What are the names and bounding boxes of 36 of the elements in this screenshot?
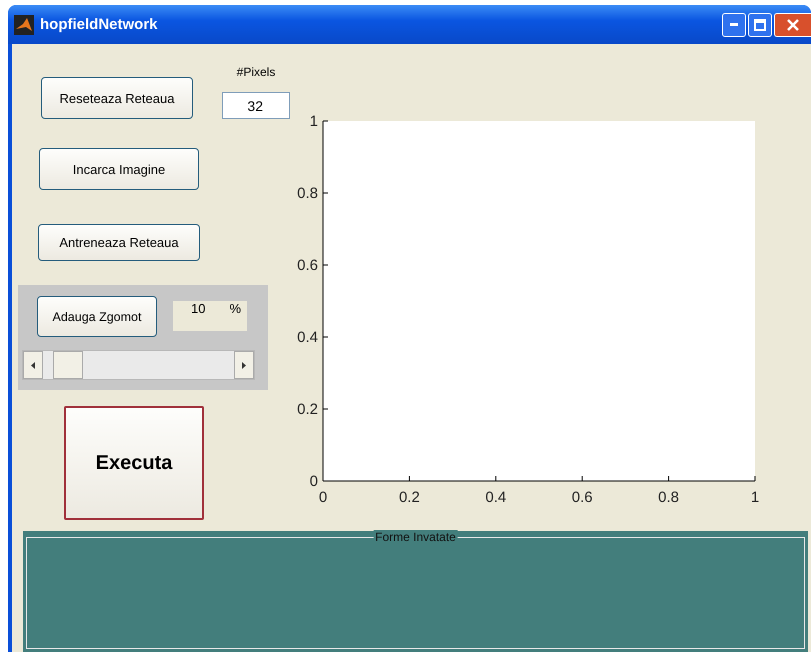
train-network-button[interactable]: Antreneaza Reteaua	[38, 224, 200, 261]
x-tick-label: 0.2	[398, 489, 420, 506]
pixels-field[interactable]: 32	[222, 92, 290, 119]
x-tick-label: 0.4	[485, 489, 506, 506]
maximize-button[interactable]	[748, 12, 772, 36]
window-title: hopfieldNetwork	[40, 16, 159, 33]
scroll-right-button[interactable]	[234, 351, 254, 379]
pixels-label: #Pixels	[236, 65, 276, 81]
maximize-icon	[754, 18, 766, 30]
y-tick-label: 0.4	[297, 329, 318, 346]
scroll-left-button[interactable]	[23, 351, 43, 379]
y-tick-label: 0.8	[297, 185, 318, 202]
load-image-button[interactable]: Incarca Imagine	[39, 148, 199, 190]
x-tick-label: 1	[750, 489, 760, 506]
y-tick-label: 0	[310, 473, 318, 490]
x-tick-label: 0.8	[658, 489, 680, 506]
close-icon	[787, 18, 799, 30]
minimize-icon	[730, 23, 738, 26]
percent-sign: %	[229, 301, 241, 318]
noise-slider[interactable]	[22, 350, 255, 380]
right-arrow-icon	[242, 362, 246, 368]
app-icon	[14, 14, 34, 34]
x-tick-label: 0.6	[572, 489, 593, 506]
y-tick-label: 0.2	[297, 401, 318, 418]
y-tick-label: 1	[310, 113, 318, 130]
left-arrow-icon	[31, 362, 35, 368]
slider-thumb[interactable]	[52, 351, 83, 379]
noise-number: 10	[191, 301, 206, 318]
reset-network-button[interactable]: Reseteaza Reteaua	[41, 77, 193, 119]
close-button[interactable]	[774, 12, 811, 36]
minimize-button[interactable]	[722, 12, 746, 36]
x-tick-label: 0	[318, 489, 328, 506]
execute-button[interactable]: Executa	[64, 406, 204, 520]
add-noise-button[interactable]: Adauga Zgomot	[37, 296, 157, 337]
panel-title: Forme Invatate	[373, 530, 458, 544]
y-tick-label: 0.6	[297, 257, 318, 274]
